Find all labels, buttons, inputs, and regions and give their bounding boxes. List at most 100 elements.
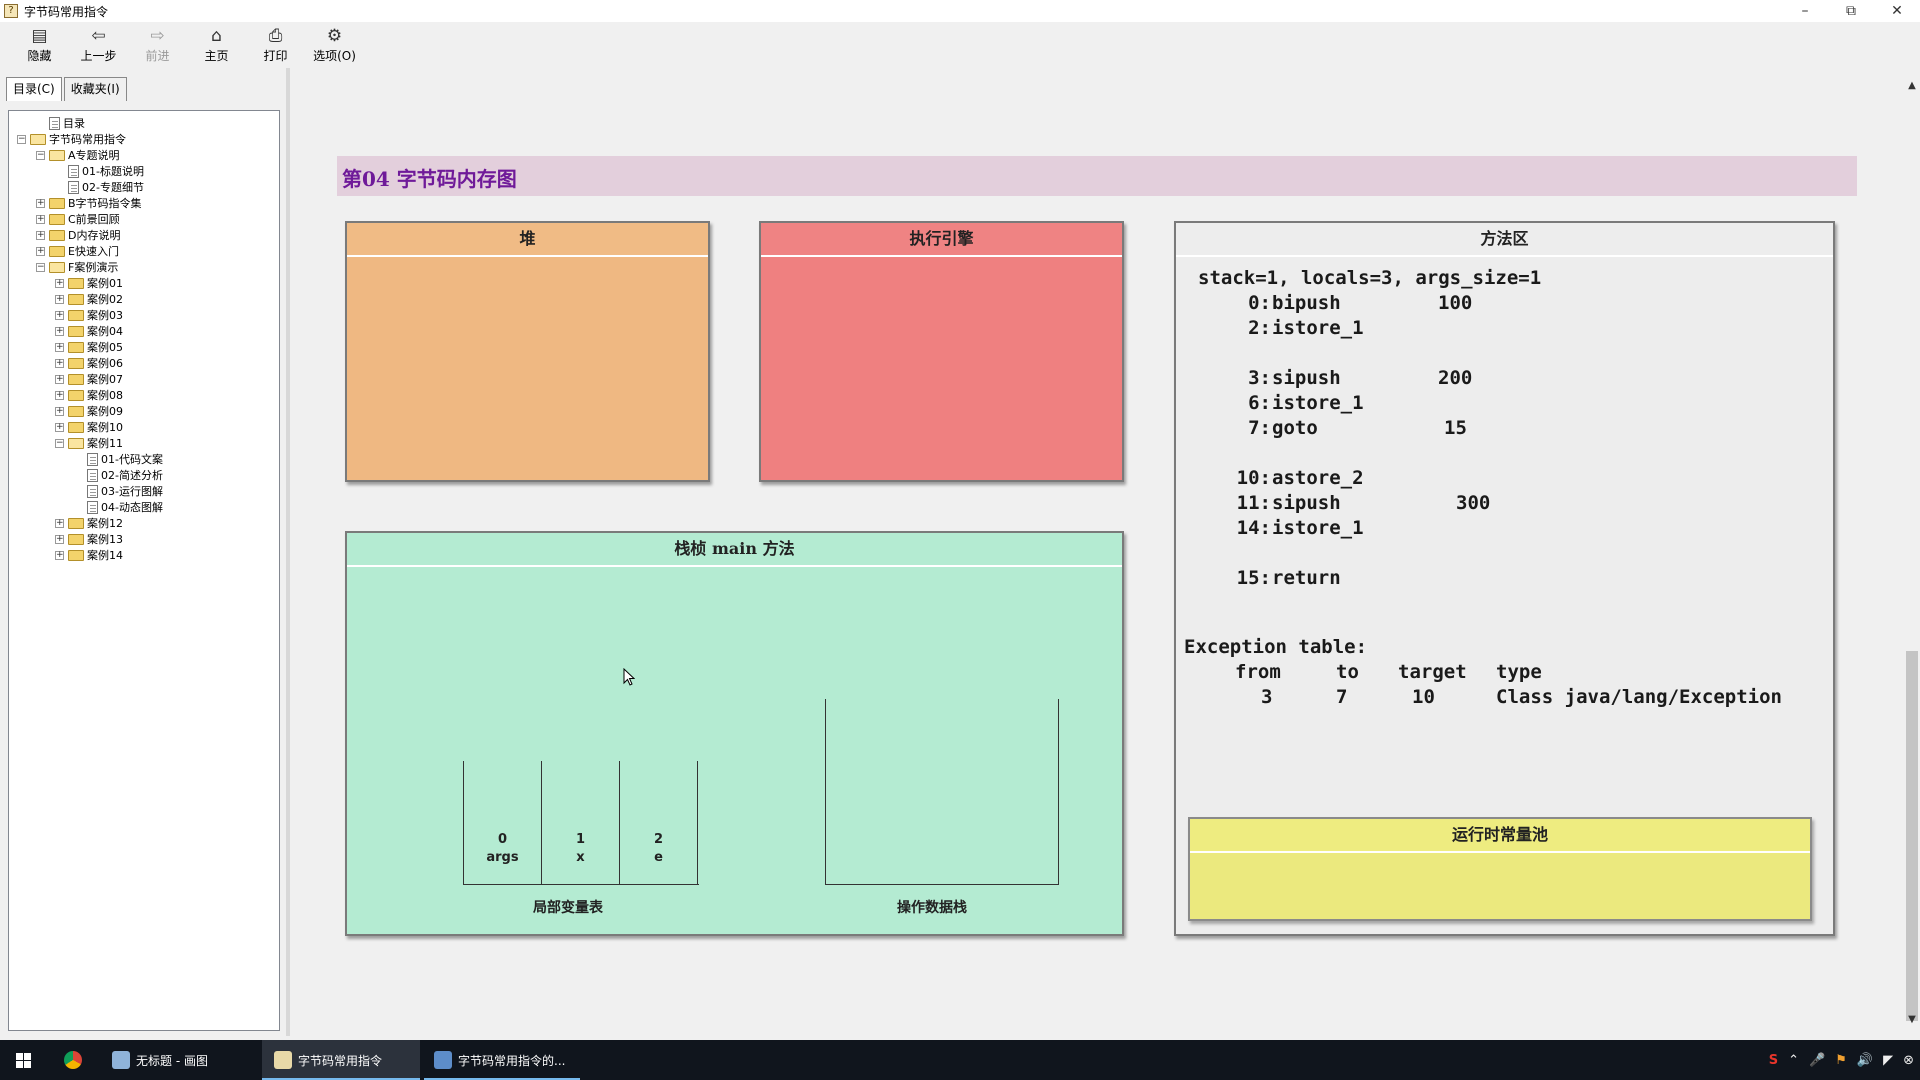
tree-item[interactable]: + 案例09 <box>9 403 279 419</box>
tree-item[interactable]: + 案例01 <box>9 275 279 291</box>
hide-button[interactable]: ▤ 隐藏 <box>10 22 69 66</box>
tab-contents[interactable]: 目录(C) <box>6 77 62 101</box>
collapse-icon[interactable]: − <box>36 262 45 272</box>
forward-button[interactable]: ⇨ 前进 <box>128 22 187 66</box>
tree-item[interactable]: + 案例12 <box>9 515 279 531</box>
expand-icon[interactable]: + <box>55 422 64 432</box>
tree-item[interactable]: + 案例02 <box>9 291 279 307</box>
help-icon <box>274 1051 292 1069</box>
expand-icon[interactable]: + <box>55 326 64 336</box>
close-button[interactable]: ✕ <box>1874 0 1920 22</box>
collapse-icon[interactable]: − <box>17 134 26 144</box>
tree-item[interactable]: 02-专题细节 <box>9 179 279 195</box>
tab-favorites[interactable]: 收藏夹(I) <box>63 77 127 101</box>
heap-title: 堆 <box>347 223 708 257</box>
taskbar-paint-label: 无标题 - 画图 <box>136 1053 208 1068</box>
taskbar-help-viewer[interactable]: 字节码常用指令 <box>262 1040 420 1080</box>
folder-icon <box>68 373 84 385</box>
taskbar-chrome[interactable] <box>56 1040 96 1080</box>
tree-item[interactable]: 01-标题说明 <box>9 163 279 179</box>
scroll-thumb[interactable] <box>1906 651 1918 1021</box>
expand-icon[interactable]: + <box>55 534 64 544</box>
tree-item[interactable]: − A专题说明 <box>9 147 279 163</box>
tree-item[interactable]: + 案例03 <box>9 307 279 323</box>
content-scrollbar[interactable]: ▲ ▼ <box>1904 68 1920 1036</box>
runtime-constant-pool-box: 运行时常量池 <box>1188 817 1812 921</box>
collapse-icon[interactable]: − <box>36 150 45 160</box>
instruction-opcode: bipush <box>1272 292 1341 314</box>
expand-icon[interactable]: + <box>36 198 45 208</box>
tree-item[interactable]: + C前景回顾 <box>9 211 279 227</box>
tree-item[interactable]: 目录 <box>9 115 279 131</box>
tree-item[interactable]: + 案例14 <box>9 547 279 563</box>
tree-item[interactable]: + 案例06 <box>9 355 279 371</box>
print-button[interactable]: ⎙ 打印 <box>246 22 305 66</box>
slot-name: x <box>576 850 585 865</box>
slide-title: 第04 字节码内存图 <box>342 167 517 191</box>
expand-icon[interactable]: + <box>55 374 64 384</box>
tree-item[interactable]: + 案例07 <box>9 371 279 387</box>
expand-icon[interactable]: + <box>55 310 64 320</box>
tree-item[interactable]: + 案例08 <box>9 387 279 403</box>
taskbar-document[interactable]: 字节码常用指令的... <box>424 1040 580 1080</box>
options-button[interactable]: ⚙ 选项(O) <box>305 22 364 66</box>
notification-icon[interactable]: ⊗ <box>1903 1053 1914 1068</box>
expand-icon[interactable]: + <box>55 518 64 528</box>
tree-item[interactable]: 02-简述分析 <box>9 467 279 483</box>
folder-icon <box>68 421 84 433</box>
instruction-opcode: istore_1 <box>1272 392 1364 414</box>
home-button[interactable]: ⌂ 主页 <box>187 22 246 66</box>
expand-icon[interactable]: + <box>55 342 64 352</box>
exception-target: 10 <box>1412 686 1435 708</box>
expand-icon[interactable]: + <box>55 406 64 416</box>
slot-index: 2 <box>653 832 664 847</box>
minimize-button[interactable]: – <box>1782 0 1828 22</box>
expand-icon[interactable]: + <box>36 246 45 256</box>
tree-item-label: E快速入门 <box>68 245 119 258</box>
slot-name: e <box>654 850 663 865</box>
flag-icon[interactable]: ⚑ <box>1835 1053 1847 1068</box>
volume-icon[interactable]: 🔊 <box>1857 1053 1873 1068</box>
tree-item-label: 02-简述分析 <box>101 469 163 482</box>
tree-item[interactable]: − 案例11 <box>9 435 279 451</box>
back-button[interactable]: ⇦ 上一步 <box>69 22 128 66</box>
folder-icon <box>68 293 84 305</box>
expand-icon[interactable]: + <box>55 390 64 400</box>
tree-item[interactable]: 03-运行图解 <box>9 483 279 499</box>
tree-item[interactable]: + 案例04 <box>9 323 279 339</box>
chrome-icon <box>64 1051 82 1069</box>
tree-item[interactable]: − F案例演示 <box>9 259 279 275</box>
collapse-icon[interactable]: − <box>55 438 64 448</box>
expand-icon[interactable]: + <box>55 358 64 368</box>
tree-item[interactable]: − 字节码常用指令 <box>9 131 279 147</box>
scroll-down-icon[interactable]: ▼ <box>1904 1012 1920 1028</box>
slot-index: 0 <box>497 832 508 847</box>
tree-item[interactable]: + 案例13 <box>9 531 279 547</box>
tree-item-label: 案例05 <box>87 341 123 354</box>
expand-icon[interactable]: + <box>36 214 45 224</box>
restore-button[interactable]: ⧉ <box>1828 0 1874 22</box>
tree-item[interactable]: + E快速入门 <box>9 243 279 259</box>
start-button[interactable] <box>0 1040 48 1080</box>
tree-item[interactable]: + 案例10 <box>9 419 279 435</box>
expand-icon[interactable]: + <box>36 230 45 240</box>
tree-item[interactable]: + 案例05 <box>9 339 279 355</box>
scroll-up-icon[interactable]: ▲ <box>1904 78 1920 94</box>
tree-item[interactable]: + B字节码指令集 <box>9 195 279 211</box>
network-icon[interactable]: ◤ <box>1883 1053 1893 1068</box>
tree-item[interactable]: + D内存说明 <box>9 227 279 243</box>
expand-icon[interactable]: + <box>55 278 64 288</box>
tree-item-label: 案例11 <box>87 437 123 450</box>
input-method-icon[interactable]: S <box>1769 1053 1778 1068</box>
tree-item[interactable]: 04-动态图解 <box>9 499 279 515</box>
tree-item[interactable]: 01-代码文案 <box>9 451 279 467</box>
expand-icon[interactable]: + <box>55 294 64 304</box>
folder-icon <box>68 309 84 321</box>
microphone-icon[interactable]: 🎤 <box>1809 1053 1825 1068</box>
tree-item-label: 案例07 <box>87 373 123 386</box>
taskbar-paint[interactable]: 无标题 - 画图 <box>106 1040 256 1080</box>
nav-tabs: 目录(C) 收藏夹(I) <box>6 77 129 101</box>
contents-tree: 目录 − 字节码常用指令 − A专题说明 01-标题说明 02-专题细节 + B字节码指令集 + C… <box>8 110 280 1031</box>
expand-icon[interactable]: + <box>55 550 64 560</box>
tray-expand-icon[interactable]: ⌃ <box>1788 1053 1799 1068</box>
